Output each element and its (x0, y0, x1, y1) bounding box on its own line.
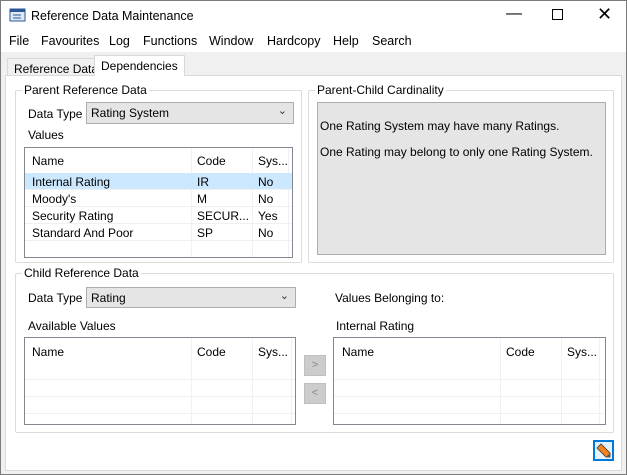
child-data-type-value: Rating (91, 291, 126, 305)
close-button[interactable]: ✕ (597, 4, 612, 25)
menu-search[interactable]: Search (372, 34, 412, 48)
parent-group-label: Parent Reference Data (22, 83, 149, 97)
maximize-button[interactable] (552, 9, 563, 20)
column-header-sys[interactable]: Sys... (258, 345, 288, 359)
column-header-name[interactable]: Name (32, 345, 64, 359)
tab-dependencies[interactable]: Dependencies (94, 55, 185, 76)
minimize-button[interactable]: — (506, 5, 522, 23)
column-header-name[interactable]: Name (342, 345, 374, 359)
edit-button[interactable] (593, 440, 614, 461)
cardinality-line: One Rating may belong to only one Rating… (320, 145, 593, 159)
child-group-label: Child Reference Data (22, 266, 141, 280)
parent-data-type-select[interactable]: Rating System ⌄ (86, 102, 294, 124)
child-data-type-label: Data Type (28, 291, 83, 305)
child-data-type-select[interactable]: Rating ⌄ (86, 287, 296, 308)
belonging-values-table[interactable]: Name Code Sys... (333, 337, 606, 425)
column-header-code[interactable]: Code (197, 154, 226, 168)
table-row[interactable]: Standard And Poor SP No (25, 224, 292, 241)
title-bar: Reference Data Maintenance — ✕ (1, 1, 626, 32)
table-row[interactable]: Moody's M No (25, 190, 292, 207)
available-values-table[interactable]: Name Code Sys... (24, 337, 296, 425)
cardinality-group-label: Parent-Child Cardinality (315, 83, 446, 97)
child-reference-group: Child Reference Data Data Type Rating ⌄ … (15, 266, 614, 433)
menu-bar: File Favourites Log Functions Window Har… (1, 32, 626, 52)
remove-value-button[interactable]: < (304, 383, 326, 404)
menu-help[interactable]: Help (333, 34, 359, 48)
parent-values-table[interactable]: Name Code Sys... Internal Rating IR No Moo… (24, 147, 293, 258)
column-header-name[interactable]: Name (32, 154, 64, 168)
table-row[interactable]: Security Rating SECUR... Yes (25, 207, 292, 224)
form-window-icon (9, 8, 26, 22)
available-values-label: Available Values (28, 319, 116, 333)
tab-reference-data[interactable]: Reference Data (7, 58, 106, 76)
chevron-down-icon: ⌄ (279, 290, 289, 302)
parent-data-type-value: Rating System (91, 106, 170, 120)
column-header-sys[interactable]: Sys... (567, 345, 597, 359)
pencil-icon (596, 443, 611, 458)
column-header-code[interactable]: Code (197, 345, 226, 359)
window-title: Reference Data Maintenance (31, 9, 194, 23)
menu-favourites[interactable]: Favourites (41, 34, 99, 48)
parent-data-type-label: Data Type (28, 107, 83, 121)
column-header-code[interactable]: Code (506, 345, 535, 359)
menu-hardcopy[interactable]: Hardcopy (267, 34, 321, 48)
cardinality-line: One Rating System may have many Ratings. (320, 119, 560, 133)
menu-file[interactable]: File (9, 34, 29, 48)
column-header-sys[interactable]: Sys... (258, 154, 288, 168)
chevron-down-icon: ⌄ (277, 105, 287, 117)
menu-functions[interactable]: Functions (143, 34, 197, 48)
add-value-button[interactable]: > (304, 355, 326, 376)
values-belonging-label: Values Belonging to: (335, 291, 445, 305)
parent-reference-group: Parent Reference Data Data Type Rating S… (15, 83, 302, 263)
menu-window[interactable]: Window (209, 34, 253, 48)
cardinality-text-box: One Rating System may have many Ratings.… (317, 102, 606, 255)
menu-log[interactable]: Log (109, 34, 130, 48)
cardinality-group: Parent-Child Cardinality One Rating Syst… (308, 83, 614, 263)
values-label: Values (28, 128, 64, 142)
table-row[interactable]: Internal Rating IR No (25, 173, 292, 190)
selected-parent-label: Internal Rating (336, 319, 415, 333)
